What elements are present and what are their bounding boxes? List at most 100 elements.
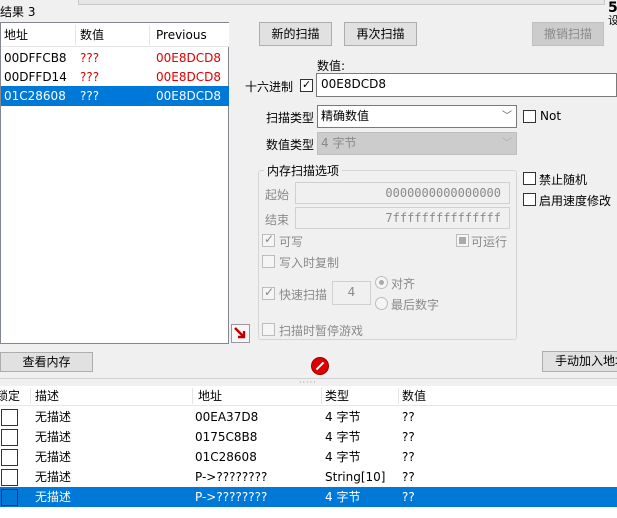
address-list[interactable]: 锁定 描述 地址 类型 数值 无描述 00EA37D8 4 字节?? 无描述 0175C…	[0, 386, 617, 518]
address-list-header: 锁定 描述 地址 类型 数值	[0, 386, 617, 406]
freeze-checkbox[interactable]	[1, 409, 18, 426]
not-checkbox[interactable]	[523, 110, 536, 123]
row-previous: 00E8DCD8	[156, 89, 221, 103]
last-digits-radio[interactable]	[375, 297, 388, 310]
settings-link[interactable]: 设	[608, 12, 617, 28]
table-row[interactable]: 01C28608??? 00E8DCD8	[1, 86, 229, 106]
results-table-header: 地址 数值 Previous	[1, 23, 229, 47]
found-count-label: 结果 3	[0, 5, 36, 19]
col-value[interactable]: 数值	[402, 386, 426, 406]
list-item[interactable]: 无描述 00EA37D8 4 字节??	[0, 407, 617, 427]
next-scan-button[interactable]: 再次扫描	[344, 22, 417, 46]
row-value: ???	[80, 89, 100, 103]
stop-label: 结束	[265, 213, 290, 227]
chevron-down-icon: ﹀	[502, 111, 512, 122]
row-previous: 00E8DCD8	[156, 51, 221, 65]
list-item[interactable]: 无描述 P->???????? String[10]??	[0, 467, 617, 487]
hex-checkbox[interactable]: ✓	[300, 78, 313, 92]
row-type: 4 字节	[325, 430, 361, 444]
row-description: 无描述	[35, 450, 72, 464]
row-address: 00EA37D8	[195, 410, 259, 424]
stop-icon[interactable]	[311, 357, 329, 375]
fast-scan-label: 快速扫描	[279, 288, 328, 302]
writable-label: 可写	[279, 235, 304, 249]
row-value: ??	[402, 410, 415, 424]
memory-scan-options-title: 内存扫描选项	[264, 162, 343, 179]
row-address: P->????????	[195, 470, 268, 484]
row-address: 0175C8B8	[195, 430, 258, 444]
pause-game-label: 扫描时暂停游戏	[279, 324, 364, 338]
col-frozen[interactable]: 锁定	[0, 386, 20, 406]
not-label: Not	[540, 109, 562, 123]
check-icon: ✓	[302, 78, 312, 91]
list-item[interactable]: 无描述 P->???????? 4 字节??	[0, 487, 617, 507]
scan-type-value: 精确数值	[321, 109, 370, 123]
disable-random-label: 禁止随机	[539, 173, 588, 187]
col-address[interactable]: 地址	[198, 386, 222, 406]
freeze-checkbox[interactable]	[1, 489, 18, 506]
col-value[interactable]: 数值	[80, 23, 104, 47]
table-row[interactable]: 00DFFD14??? 00E8DCD8	[1, 67, 229, 87]
copy-on-write-checkbox[interactable]	[262, 255, 275, 268]
row-address: 01C28608	[195, 450, 257, 464]
chevron-down-icon: ﹀	[502, 138, 512, 149]
alignment-label: 对齐	[391, 277, 416, 291]
row-description: 无描述	[35, 490, 72, 504]
row-type: 4 字节	[325, 410, 361, 424]
row-type: String[10]	[325, 470, 386, 484]
list-item[interactable]: 无描述 0175C8B8 4 字节??	[0, 427, 617, 447]
stop-address-input[interactable]: 7fffffffffffffff	[295, 207, 510, 229]
undo-scan-button[interactable]: 撤销扫描	[532, 22, 604, 46]
scan-type-select[interactable]: 精确数值 ﹀	[317, 105, 517, 128]
executable-label: 可运行	[471, 235, 508, 249]
hex-label: 十六进制	[245, 80, 294, 94]
speedhack-checkbox[interactable]	[523, 193, 536, 206]
row-address: 01C28608	[4, 89, 66, 103]
alignment-radio[interactable]	[375, 276, 388, 289]
row-address: 00DFFCB8	[4, 51, 67, 65]
row-type: 4 字节	[325, 450, 361, 464]
freeze-checkbox[interactable]	[1, 449, 18, 466]
col-description[interactable]: 描述	[35, 386, 59, 406]
value-label: 数值:	[317, 59, 346, 73]
add-to-list-arrow-button[interactable]	[231, 324, 250, 343]
freeze-checkbox[interactable]	[1, 469, 18, 486]
arrow-down-right-icon	[234, 327, 246, 339]
fast-scan-checkbox[interactable]	[262, 285, 275, 300]
new-scan-button[interactable]: 新的扫描	[259, 22, 332, 46]
row-description: 无描述	[35, 430, 72, 444]
row-address: 00DFFD14	[4, 70, 67, 84]
results-table[interactable]: 地址 数值 Previous 00DFFCB8??? 00E8DCD8 00DFFD…	[0, 22, 229, 344]
row-value: ??	[402, 450, 415, 464]
value-type-label: 数值类型	[266, 138, 315, 152]
row-description: 无描述	[35, 410, 72, 424]
add-address-manually-button[interactable]: 手动加入地址	[542, 351, 617, 372]
start-label: 起始	[265, 188, 290, 202]
disable-random-checkbox[interactable]	[523, 172, 536, 185]
freeze-checkbox[interactable]	[1, 429, 18, 446]
list-item[interactable]: 无描述 01C28608 4 字节??	[0, 447, 617, 467]
row-type: 4 字节	[325, 490, 361, 504]
row-value: ???	[80, 70, 100, 84]
scan-type-label: 扫描类型	[266, 111, 315, 125]
value-type-value: 4 字节	[321, 136, 357, 150]
row-value: ???	[80, 51, 100, 65]
col-address[interactable]: 地址	[4, 23, 28, 47]
copy-on-write-label: 写入时复制	[279, 256, 340, 270]
row-description: 无描述	[35, 470, 72, 484]
row-value: ??	[402, 490, 415, 504]
value-type-select[interactable]: 4 字节 ﹀	[317, 132, 517, 155]
top-progress-bar	[78, 0, 605, 5]
table-row[interactable]: 00DFFCB8??? 00E8DCD8	[1, 48, 229, 68]
col-type[interactable]: 类型	[325, 386, 349, 406]
pause-game-checkbox[interactable]	[262, 323, 275, 336]
writable-checkbox[interactable]	[262, 232, 275, 247]
speedhack-label: 启用速度修改	[539, 194, 612, 208]
fast-scan-value-input[interactable]: 4	[332, 281, 371, 305]
start-address-input[interactable]: 0000000000000000	[295, 182, 510, 204]
view-memory-button[interactable]: 查看内存	[0, 352, 93, 372]
splitter[interactable]: ·····	[0, 378, 617, 387]
executable-checkbox[interactable]	[456, 234, 469, 247]
col-previous[interactable]: Previous	[156, 23, 207, 47]
value-input[interactable]: 00E8DCD8	[316, 73, 617, 97]
